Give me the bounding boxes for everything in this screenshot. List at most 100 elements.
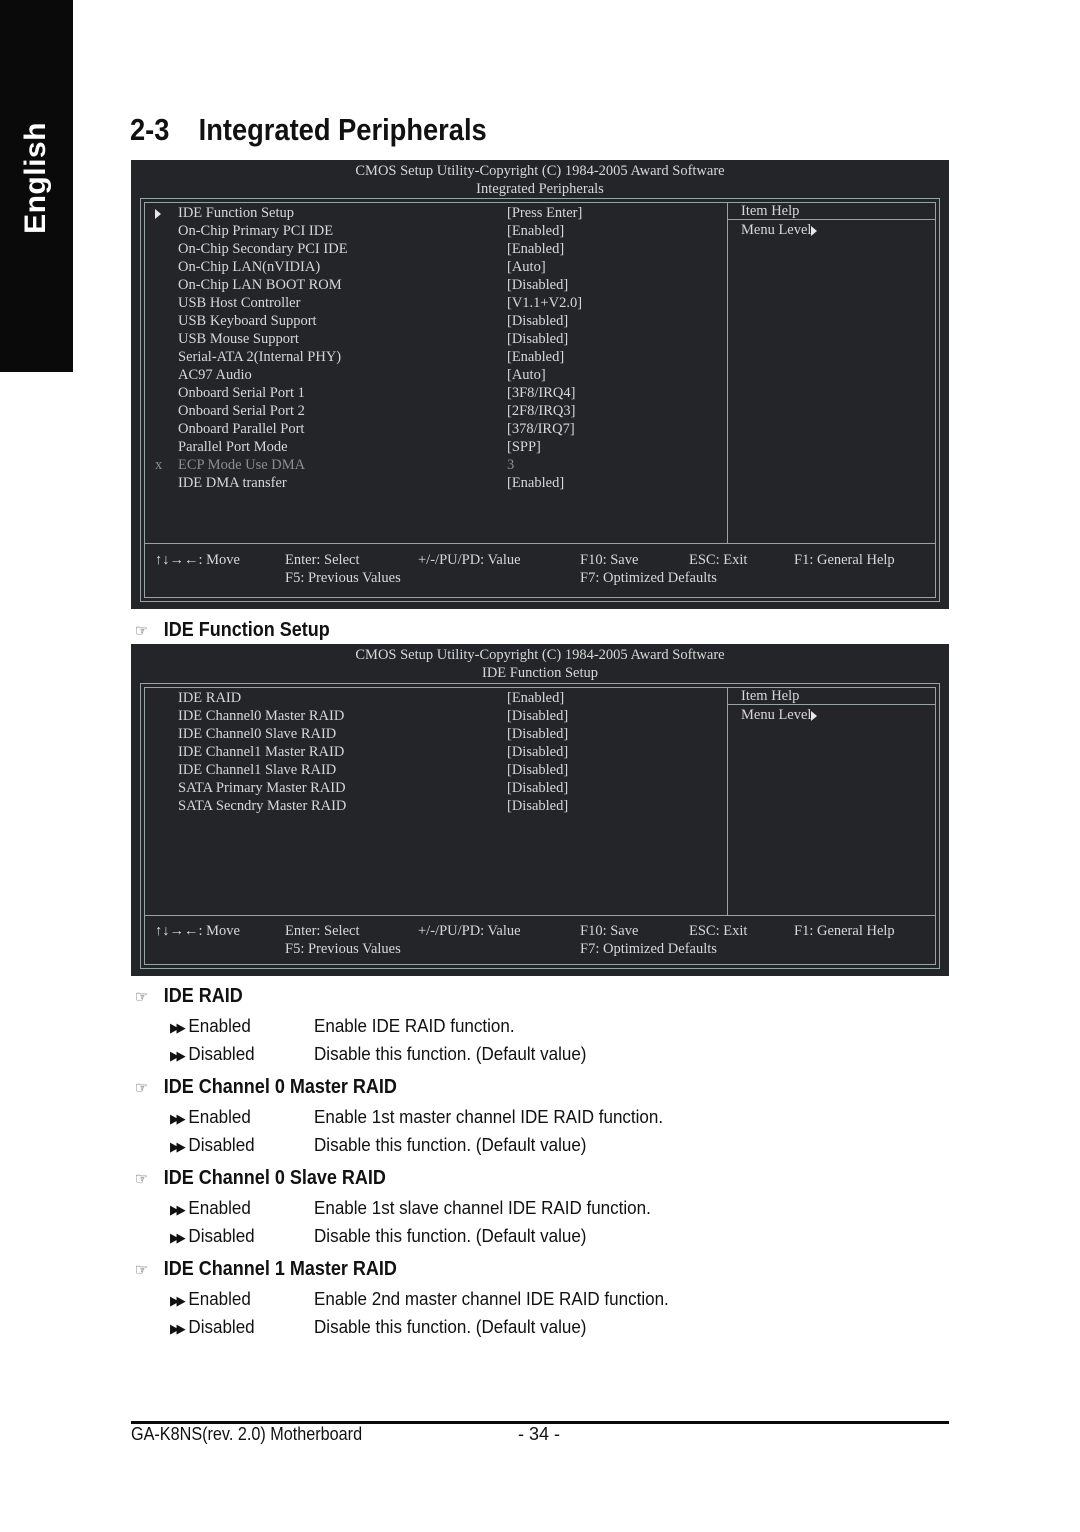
menu-level-label: Menu Level	[741, 707, 812, 723]
option-value-label: Disabled	[188, 1225, 255, 1246]
setting-label: On-Chip Primary PCI IDE	[178, 223, 334, 239]
menu-level: Menu Level	[728, 220, 935, 240]
bios-setting-row[interactable]: IDE Channel1 Master RAID [Disabled]	[145, 743, 705, 761]
setting-value[interactable]: [Disabled]	[507, 276, 568, 294]
setting-label: USB Host Controller	[178, 295, 301, 311]
bios-screen-title: IDE Function Setup	[482, 665, 598, 681]
setting-value[interactable]: [Disabled]	[507, 797, 568, 815]
option-name: ▶▶ Disabled	[170, 1134, 255, 1156]
section-heading: ☞ IDE RAID	[135, 985, 243, 1008]
bios-inner-frame: IDE Function Setup [Press Enter] On-Chip P…	[144, 202, 936, 598]
setting-value[interactable]: [Auto]	[507, 258, 546, 276]
key-save: F10: Save	[580, 552, 639, 568]
bios-setting-row[interactable]: USB Host Controller [V1.1+V2.0]	[145, 294, 705, 312]
pointing-hand-icon: ☞	[135, 623, 148, 640]
setting-value[interactable]: [Enabled]	[507, 348, 564, 366]
section-title: Integrated Peripherals	[198, 112, 487, 147]
setting-value[interactable]: 3	[507, 456, 514, 474]
setting-value[interactable]: [SPP]	[507, 438, 541, 456]
setting-value[interactable]: [Enabled]	[507, 222, 564, 240]
bios-setting-row[interactable]: On-Chip LAN(nVIDIA) [Auto]	[145, 258, 705, 276]
bios-setting-row[interactable]: AC97 Audio [Auto]	[145, 366, 705, 384]
setting-value[interactable]: [Disabled]	[507, 312, 568, 330]
option-name: ▶▶ Disabled	[170, 1043, 255, 1065]
setting-value[interactable]: [Enabled]	[507, 240, 564, 258]
bios-setting-row[interactable]: Onboard Serial Port 2 [2F8/IRQ3]	[145, 402, 705, 420]
bios-setting-row[interactable]: On-Chip Secondary PCI IDE [Enabled]	[145, 240, 705, 258]
setting-label: IDE DMA transfer	[178, 475, 287, 491]
bios-screen-ide-function-setup: CMOS Setup Utility-Copyright (C) 1984-20…	[131, 644, 949, 976]
setting-value[interactable]: [Disabled]	[507, 761, 568, 779]
double-arrow-icon: ▶▶	[170, 1048, 186, 1063]
option-name: ▶▶ Enabled	[170, 1197, 251, 1219]
option-description: Disable this function. (Default value)	[314, 1316, 587, 1337]
key-save: F10: Save	[580, 923, 639, 939]
bios-setting-row[interactable]: Onboard Serial Port 1 [3F8/IRQ4]	[145, 384, 705, 402]
option-description: Enable IDE RAID function.	[314, 1015, 515, 1036]
page-title: 2-3 Integrated Peripherals	[130, 112, 487, 148]
bios-setting-row[interactable]: IDE RAID [Enabled]	[145, 689, 705, 707]
bios-header: CMOS Setup Utility-Copyright (C) 1984-20…	[131, 644, 949, 682]
bios-setting-row[interactable]: IDE Channel0 Slave RAID [Disabled]	[145, 725, 705, 743]
setting-label: On-Chip LAN BOOT ROM	[178, 277, 342, 293]
option-value-label: Disabled	[188, 1043, 255, 1064]
bios-setting-row[interactable]: IDE DMA transfer [Enabled]	[145, 474, 705, 492]
double-arrow-icon: ▶▶	[170, 1202, 186, 1217]
key-optimized-defaults: F7: Optimized Defaults	[580, 941, 717, 957]
setting-value[interactable]: [Press Enter]	[507, 204, 582, 222]
unavailable-marker: x	[155, 457, 163, 473]
setting-value[interactable]: [2F8/IRQ3]	[507, 402, 575, 420]
key-select: Enter: Select	[285, 552, 360, 568]
setting-value[interactable]: [Disabled]	[507, 707, 568, 725]
bios-setting-row[interactable]: Onboard Parallel Port [378/IRQ7]	[145, 420, 705, 438]
item-help-title: Item Help	[728, 688, 935, 705]
bios-setting-row[interactable]: IDE Channel0 Master RAID [Disabled]	[145, 707, 705, 725]
section-heading-text: IDE Channel 1 Master RAID	[163, 1258, 397, 1280]
setting-value[interactable]: [Disabled]	[507, 743, 568, 761]
section-heading: ☞ IDE Channel 1 Master RAID	[135, 1258, 397, 1281]
bios-screen-integrated-peripherals: CMOS Setup Utility-Copyright (C) 1984-20…	[131, 160, 949, 609]
section-number: 2-3	[130, 112, 170, 147]
option-description: Enable 1st master channel IDE RAID funct…	[314, 1106, 664, 1127]
setting-value[interactable]: [Disabled]	[507, 779, 568, 797]
bios-copyright: CMOS Setup Utility-Copyright (C) 1984-20…	[355, 163, 725, 179]
setting-value[interactable]: [Auto]	[507, 366, 546, 384]
section-heading-text: IDE Channel 0 Slave RAID	[163, 1167, 386, 1189]
key-exit: ESC: Exit	[689, 923, 748, 939]
setting-label: IDE Channel0 Master RAID	[178, 708, 345, 724]
bios-setting-row[interactable]: IDE Channel1 Slave RAID [Disabled]	[145, 761, 705, 779]
bios-frame: IDE RAID [Enabled] IDE Channel0 Master RAI…	[140, 683, 940, 969]
setting-value[interactable]: [Enabled]	[507, 689, 564, 707]
setting-value[interactable]: [Enabled]	[507, 474, 564, 492]
bios-setting-row[interactable]: On-Chip Primary PCI IDE [Enabled]	[145, 222, 705, 240]
menu-level-label: Menu Level	[741, 222, 812, 238]
bios-setting-row[interactable]: SATA Primary Master RAID [Disabled]	[145, 779, 705, 797]
bios-setting-row[interactable]: SATA Secndry Master RAID [Disabled]	[145, 797, 705, 815]
bios-setting-row[interactable]: USB Keyboard Support [Disabled]	[145, 312, 705, 330]
setting-label: ECP Mode Use DMA	[178, 457, 306, 473]
setting-value[interactable]: [378/IRQ7]	[507, 420, 575, 438]
bios-setting-row[interactable]: Serial-ATA 2(Internal PHY) [Enabled]	[145, 348, 705, 366]
menu-level-arrow-icon	[811, 225, 818, 236]
bios-setting-row[interactable]: On-Chip LAN BOOT ROM [Disabled]	[145, 276, 705, 294]
setting-value[interactable]: [3F8/IRQ4]	[507, 384, 575, 402]
double-arrow-icon: ▶▶	[170, 1020, 186, 1035]
option-name: ▶▶ Enabled	[170, 1015, 251, 1037]
setting-label: Onboard Parallel Port	[178, 421, 305, 437]
bios-key-legend: ↑↓→←: Move Enter: Select +/-/PU/PD: Valu…	[145, 543, 935, 599]
bios-key-legend: ↑↓→←: Move Enter: Select +/-/PU/PD: Valu…	[145, 915, 935, 967]
option-description: Enable 1st slave channel IDE RAID functi…	[314, 1197, 651, 1218]
bios-setting-row[interactable]: x ECP Mode Use DMA 3	[145, 456, 705, 474]
bios-setting-row[interactable]: Parallel Port Mode [SPP]	[145, 438, 705, 456]
double-arrow-icon: ▶▶	[170, 1111, 186, 1126]
setting-label: AC97 Audio	[178, 367, 252, 383]
bios-setting-row[interactable]: USB Mouse Support [Disabled]	[145, 330, 705, 348]
setting-value[interactable]: [V1.1+V2.0]	[507, 294, 582, 312]
double-arrow-icon: ▶▶	[170, 1293, 186, 1308]
setting-value[interactable]: [Disabled]	[507, 330, 568, 348]
bios-setting-row[interactable]: IDE Function Setup [Press Enter]	[145, 204, 705, 222]
key-general-help: F1: General Help	[794, 923, 895, 939]
menu-level: Menu Level	[728, 705, 935, 725]
setting-value[interactable]: [Disabled]	[507, 725, 568, 743]
submenu-arrow-icon	[155, 204, 169, 222]
